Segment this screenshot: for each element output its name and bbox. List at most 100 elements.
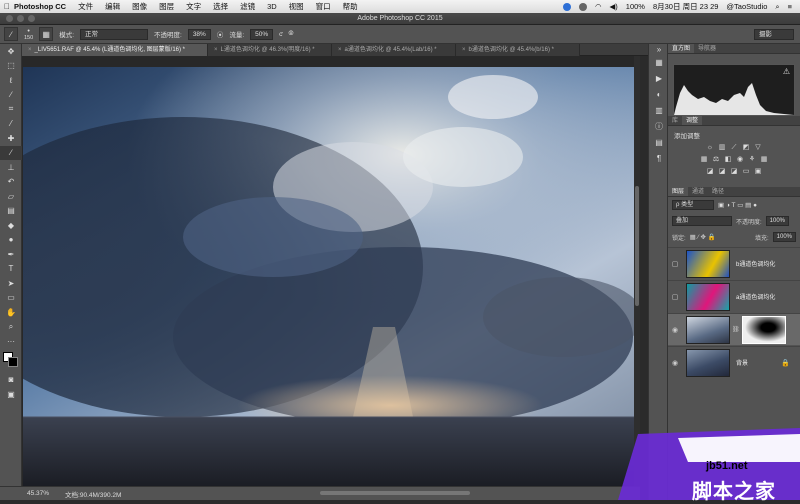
- quick-mask-icon[interactable]: ◙: [0, 373, 22, 388]
- layer-mask-thumbnail[interactable]: [741, 315, 786, 344]
- layer-row[interactable]: ▢ a通道色调均化: [668, 280, 800, 312]
- threshold-icon[interactable]: ◪: [730, 168, 738, 176]
- workspace-select[interactable]: 摄影: [754, 28, 794, 40]
- menu-select[interactable]: 选择: [213, 1, 228, 12]
- close-tab-icon[interactable]: ×: [28, 47, 32, 53]
- layer-opacity-input[interactable]: 100%: [765, 216, 790, 226]
- menu-image[interactable]: 图像: [132, 1, 147, 12]
- eraser-tool-icon[interactable]: ▱: [0, 189, 22, 204]
- airbrush-icon[interactable]: ƈ: [279, 31, 282, 38]
- marquee-tool-icon[interactable]: ⬚: [0, 59, 22, 74]
- volume-icon[interactable]: ◀): [610, 2, 618, 11]
- dodge-tool-icon[interactable]: ●: [0, 233, 22, 248]
- blend-mode-select[interactable]: 叠加: [672, 216, 732, 226]
- tab-doc-3[interactable]: × a通道色调均化 @ 45.4%(Lab/16) *: [332, 44, 456, 56]
- canvas-area[interactable]: [22, 56, 640, 486]
- brush-tool-icon[interactable]: ∕: [0, 145, 22, 160]
- menu-layer[interactable]: 图层: [159, 1, 174, 12]
- scroll-thumb[interactable]: [635, 186, 639, 306]
- info-panel-icon[interactable]: ⓘ: [649, 118, 669, 134]
- properties-panel-icon[interactable]: ▤: [649, 134, 669, 150]
- notification-icon[interactable]: ≡: [788, 2, 792, 11]
- horizontal-scrollbar[interactable]: [320, 491, 470, 495]
- menu-file[interactable]: 文件: [78, 1, 93, 12]
- vibrance-icon[interactable]: ▽: [754, 144, 762, 152]
- tab-channels[interactable]: 通道: [688, 187, 708, 196]
- menu-filter[interactable]: 滤镜: [240, 1, 255, 12]
- tab-adjustments[interactable]: 调整: [682, 116, 703, 125]
- zoom-tool-icon[interactable]: ⌕: [0, 320, 22, 335]
- zoom-window-button[interactable]: [28, 15, 35, 22]
- close-tab-icon[interactable]: ×: [338, 47, 342, 53]
- visibility-eye-icon[interactable]: ◉: [668, 326, 682, 334]
- color-swatches[interactable]: [0, 349, 22, 373]
- tab-doc-1[interactable]: × _LIV5651.RAF @ 45.4% (L通道色调均化, 图层蒙版/16)…: [22, 44, 208, 56]
- layer-name[interactable]: a通道色调均化: [736, 292, 775, 301]
- color-lookup-icon[interactable]: ▦: [760, 156, 768, 164]
- zoom-level[interactable]: 45.37%: [27, 490, 49, 497]
- visibility-toggle[interactable]: ▢: [668, 293, 682, 301]
- hue-saturation-icon[interactable]: ▦: [700, 156, 708, 164]
- hand-tool-icon[interactable]: ✋: [0, 305, 22, 320]
- menu-help[interactable]: 帮助: [343, 1, 358, 12]
- photo-filter-icon[interactable]: ◉: [736, 156, 744, 164]
- layer-thumbnail[interactable]: [686, 282, 730, 311]
- visibility-eye-icon[interactable]: ◉: [668, 359, 682, 367]
- type-tool-icon[interactable]: T: [0, 262, 22, 277]
- swatches-panel-icon[interactable]: ▥: [649, 102, 669, 118]
- pressure-size-icon[interactable]: ⦾: [288, 30, 293, 38]
- move-tool-icon[interactable]: ✥: [0, 44, 22, 59]
- layer-row-selected[interactable]: ◉ ⛓: [668, 313, 800, 345]
- curves-icon[interactable]: ⟋: [730, 144, 738, 152]
- brightness-icon[interactable]: ☼: [706, 144, 714, 152]
- layer-row[interactable]: ◉ 背景 🔒: [668, 346, 800, 378]
- apple-icon[interactable]: : [0, 2, 14, 11]
- character-panel-icon[interactable]: ¶: [649, 150, 669, 166]
- mode-select[interactable]: 正常: [80, 28, 148, 40]
- opacity-input[interactable]: 38%: [187, 28, 211, 40]
- flow-input[interactable]: 50%: [250, 28, 274, 40]
- layer-name[interactable]: b通道色调均化: [736, 259, 775, 268]
- close-window-button[interactable]: [6, 15, 13, 22]
- vertical-scrollbar[interactable]: [634, 56, 640, 486]
- status-menu-icon[interactable]: [562, 2, 571, 11]
- cloud-icon[interactable]: [578, 2, 587, 11]
- extra-tools-icon[interactable]: ···: [0, 334, 22, 349]
- tab-layers[interactable]: 图层: [668, 187, 689, 196]
- filter-icons[interactable]: ▣ ◑ T ▭ ▤ ●: [718, 201, 757, 209]
- wifi-icon[interactable]: ◠: [595, 2, 602, 11]
- actions-panel-icon[interactable]: ▶: [649, 70, 669, 86]
- pressure-opacity-icon[interactable]: ⦿: [217, 29, 224, 39]
- color-panel-icon[interactable]: ◐: [649, 86, 669, 102]
- tab-navigator[interactable]: 导航器: [694, 44, 720, 53]
- layer-name[interactable]: 背景: [736, 358, 748, 367]
- brush-panel-icon[interactable]: ▦: [39, 27, 54, 41]
- spotlight-icon[interactable]: ⌕: [775, 2, 779, 12]
- black-white-icon[interactable]: ◧: [724, 156, 732, 164]
- minimize-window-button[interactable]: [17, 15, 24, 22]
- link-icon[interactable]: ⛓: [732, 326, 740, 333]
- brush-tool-preset-icon[interactable]: ∕: [4, 27, 18, 41]
- levels-icon[interactable]: ▥: [718, 144, 726, 152]
- selective-color-icon[interactable]: ▣: [754, 168, 762, 176]
- tab-paths[interactable]: 路径: [708, 187, 728, 196]
- eyedropper-tool-icon[interactable]: ⁄: [0, 117, 22, 132]
- fill-input[interactable]: 100%: [772, 232, 796, 242]
- visibility-toggle[interactable]: ▢: [668, 260, 682, 268]
- history-brush-tool-icon[interactable]: ↶: [0, 175, 22, 190]
- invert-icon[interactable]: ◪: [706, 168, 714, 176]
- doc-size[interactable]: 文档:90.4M/390.2M: [65, 489, 121, 499]
- quick-select-tool-icon[interactable]: ∕: [0, 88, 22, 103]
- layer-thumbnail[interactable]: [686, 315, 730, 344]
- menu-3d[interactable]: 3D: [267, 2, 277, 11]
- brush-size-picker[interactable]: • 150: [24, 28, 33, 41]
- tab-histogram[interactable]: 直方图: [668, 44, 695, 53]
- lock-icons[interactable]: ▦ ∕ ✥ 🔒: [690, 233, 716, 241]
- close-tab-icon[interactable]: ×: [214, 47, 218, 53]
- collapse-panels-icon[interactable]: »: [649, 44, 669, 54]
- menu-window[interactable]: 窗口: [316, 1, 331, 12]
- color-balance-icon[interactable]: ⚖: [712, 156, 720, 164]
- menu-view[interactable]: 视图: [289, 1, 304, 12]
- clone-stamp-tool-icon[interactable]: ⊥: [0, 160, 22, 175]
- layer-thumbnail[interactable]: [686, 249, 730, 278]
